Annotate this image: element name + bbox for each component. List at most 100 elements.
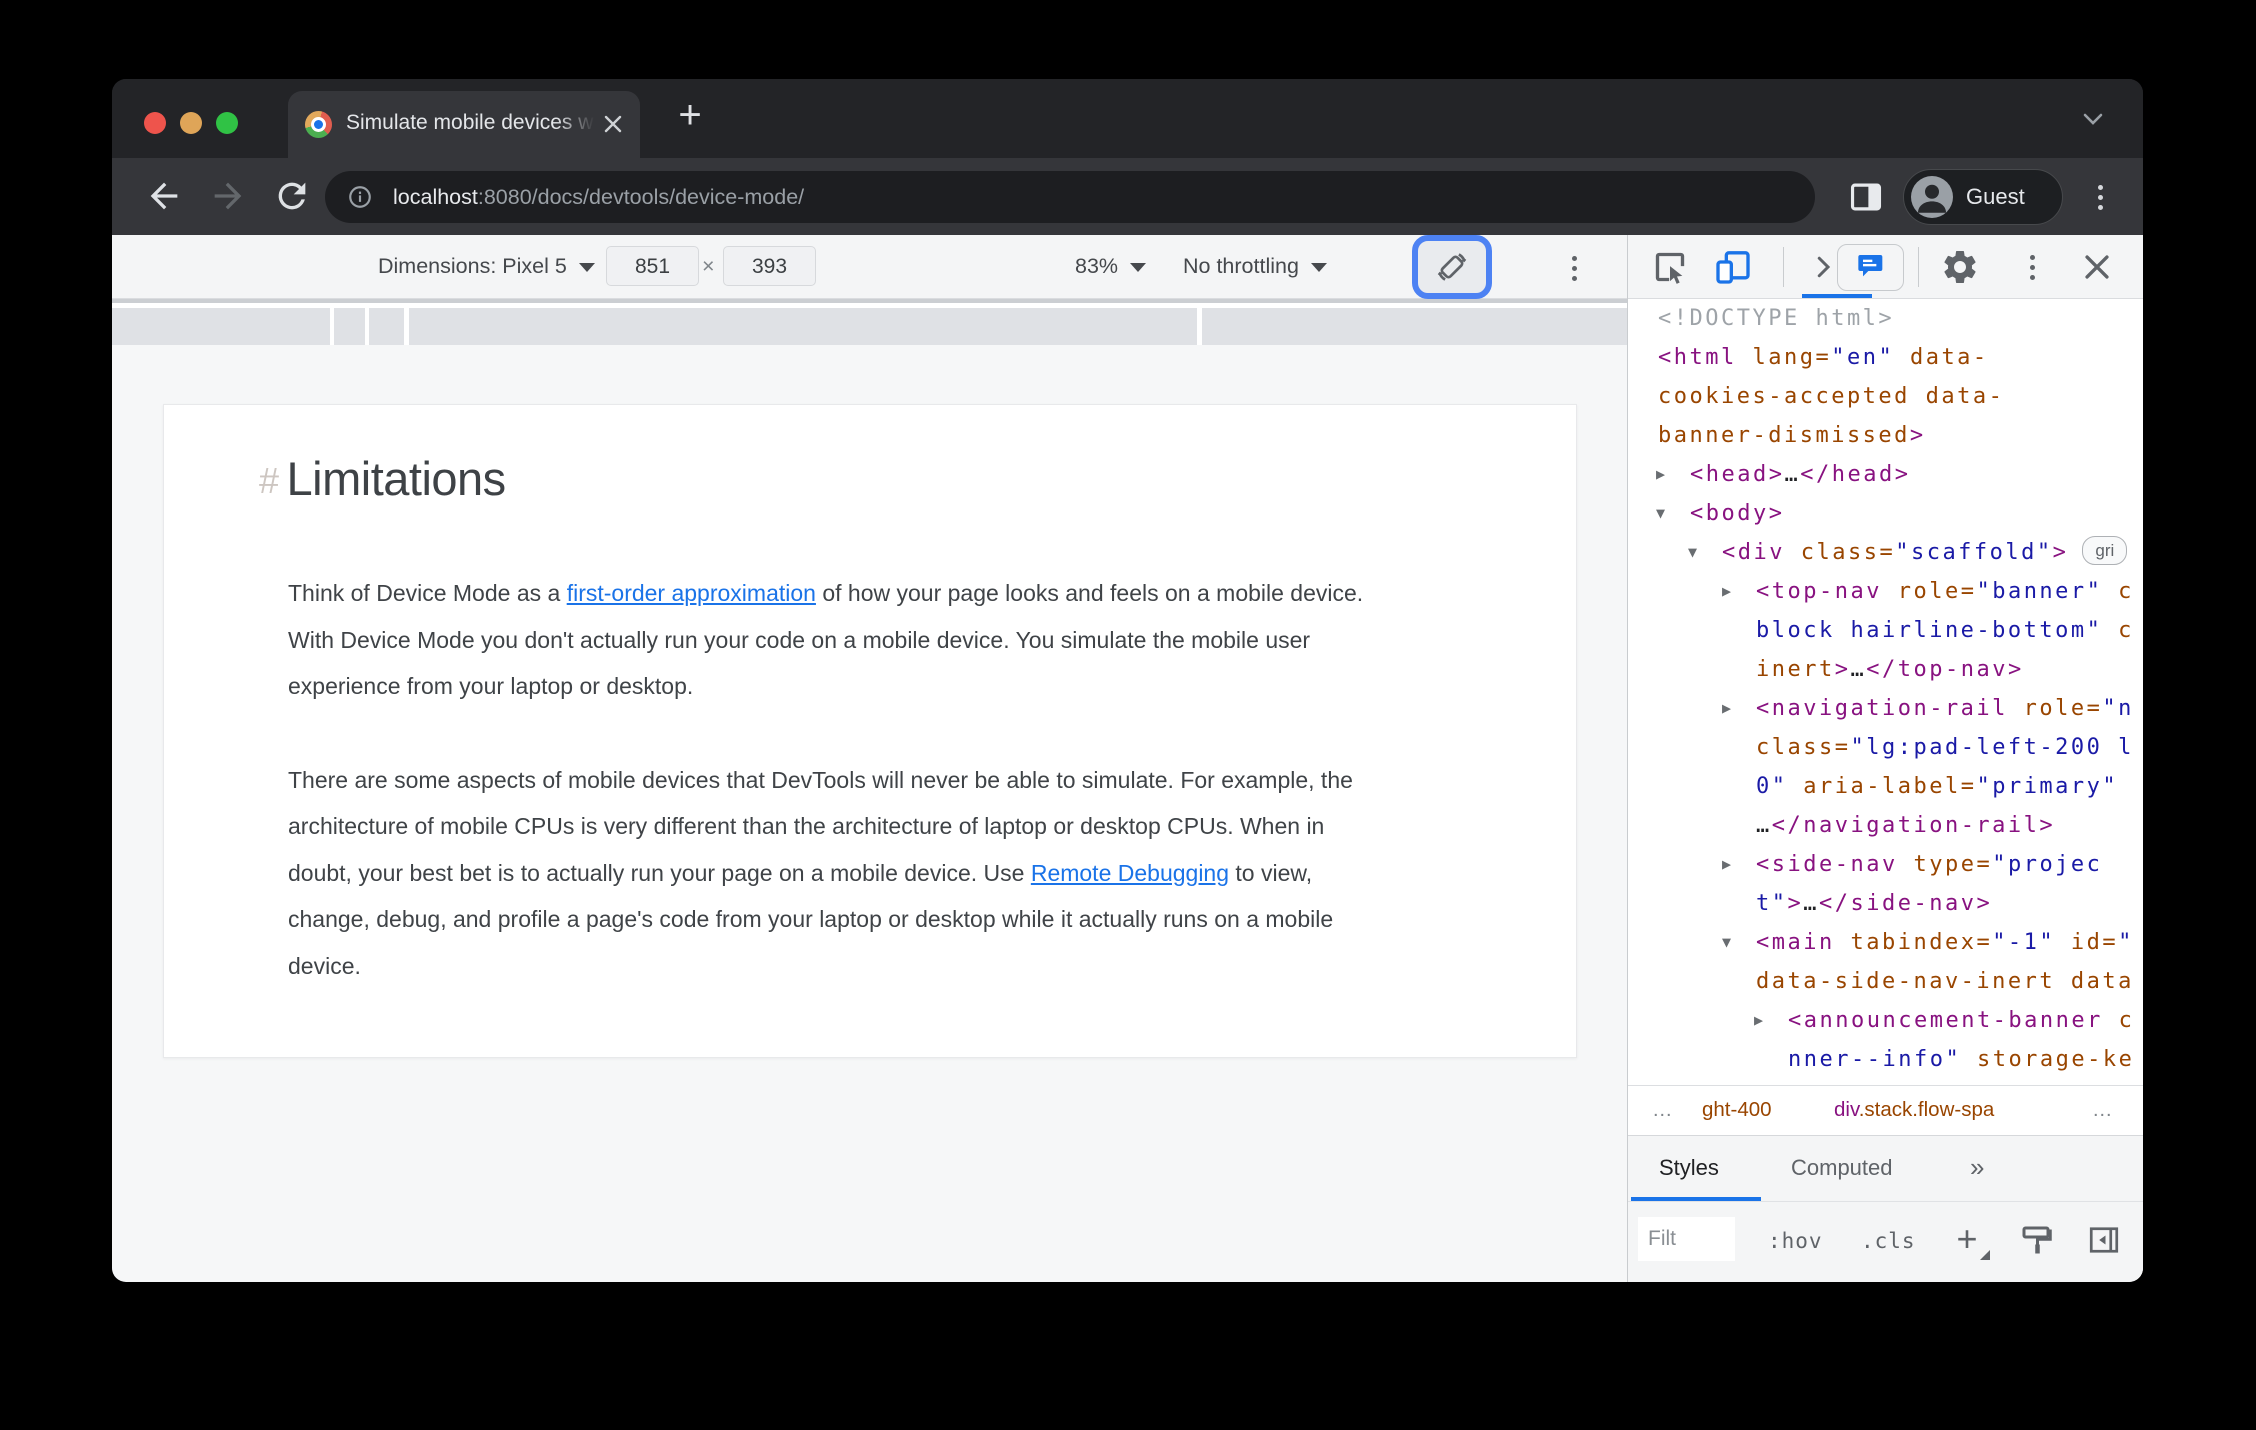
toggle-class-button[interactable]: .cls (1861, 1202, 1916, 1280)
dom-tree-row[interactable]: 0" aria-label="primary" (1628, 767, 2143, 806)
dom-token: > (1834, 657, 1851, 682)
media-query-segment[interactable] (112, 308, 330, 345)
device-dimensions-select[interactable]: Dimensions: Pixel 5 (378, 235, 595, 298)
toggle-device-toolbar-icon[interactable] (1713, 247, 1753, 287)
breadcrumb-item[interactable]: div.stack.flow-spa (1834, 1086, 1994, 1134)
dom-tree-row[interactable]: block hairline-bottom" c (1628, 611, 2143, 650)
expander-open-icon[interactable]: ▼ (1722, 923, 1731, 962)
text-link[interactable]: Remote Debugging (1031, 860, 1229, 886)
tab-close-icon[interactable] (602, 113, 624, 135)
back-icon[interactable] (144, 176, 184, 216)
expander-closed-icon[interactable]: ▶ (1722, 689, 1731, 728)
browser-tab[interactable]: Simulate mobile devices with D (288, 91, 640, 158)
dom-tree-row[interactable]: ▶ <navigation-rail role="n (1628, 689, 2143, 728)
address-bar[interactable]: localhost:8080/docs/devtools/device-mode… (325, 171, 1815, 223)
more-tabs-icon[interactable]: » (1970, 1136, 1984, 1199)
tab-search-chevron-icon[interactable] (2079, 111, 2107, 132)
dom-tree-row[interactable]: data-side-nav-inert data (1628, 962, 2143, 1001)
zoom-window-button[interactable] (216, 112, 238, 134)
dom-tree-row[interactable]: ▼ <main tabindex="-1" id=" (1628, 923, 2143, 962)
dom-token: "n (2102, 696, 2134, 721)
dom-token: data- (1894, 345, 1989, 370)
rotate-button[interactable] (1412, 235, 1492, 299)
url-path: :8080/docs/devtools/device-mode/ (477, 185, 805, 209)
media-query-segment[interactable] (334, 308, 365, 345)
dom-tree-row[interactable]: ▶ <top-nav role="banner" c (1628, 572, 2143, 611)
console-drawer-button[interactable] (1837, 244, 1904, 291)
device-width-input[interactable]: 851 (606, 246, 699, 286)
dom-tree-row[interactable]: ▶ <head>…</head> (1628, 455, 2143, 494)
dom-tree-row[interactable]: <!DOCTYPE html> (1628, 299, 2143, 338)
rendering-emulation-icon[interactable] (2018, 1222, 2054, 1258)
side-panel-icon[interactable] (1847, 178, 1885, 216)
dom-tree-row[interactable]: inert>…</top-nav> (1628, 650, 2143, 689)
inspect-element-icon[interactable] (1650, 247, 1690, 287)
dom-tree: <!DOCTYPE html> <html lang="en" data-cook… (1628, 299, 2143, 1085)
devtools-menu-icon[interactable] (2030, 255, 2035, 280)
tab-title-fade (556, 99, 601, 151)
breadcrumb-item[interactable]: … (1652, 1086, 1675, 1134)
dom-tree-row[interactable]: ▼ <body> (1628, 494, 2143, 533)
dom-token: c (2102, 579, 2134, 604)
new-style-rule-caret (1980, 1250, 1990, 1260)
dom-token: "scaffold" (1895, 540, 2053, 565)
dom-tree-row[interactable]: ▶ <announcement-banner c (1628, 1001, 2143, 1040)
breadcrumb-item[interactable]: … (2092, 1086, 2115, 1134)
forward-icon[interactable] (208, 176, 248, 216)
close-window-button[interactable] (144, 112, 166, 134)
media-query-segment[interactable] (409, 308, 1197, 345)
expander-closed-icon[interactable]: ▶ (1656, 455, 1665, 494)
chevron-down-icon (1130, 262, 1147, 272)
collapse-sidebar-icon[interactable] (2086, 1222, 2122, 1258)
dom-tree-row[interactable]: t">…</side-nav> (1628, 884, 2143, 923)
window-content: Dimensions: Pixel 5 851 × 393 83% No thr… (112, 235, 2143, 1282)
throttling-select[interactable]: No throttling (1183, 235, 1327, 298)
dom-tree-row[interactable]: nner--info" storage-ke (1628, 1040, 2143, 1079)
media-query-bar (112, 299, 1627, 345)
dom-tree-row[interactable]: ▶ <side-nav type="projec (1628, 845, 2143, 884)
minimize-window-button[interactable] (180, 112, 202, 134)
styles-filter-input[interactable] (1638, 1217, 1735, 1261)
media-query-segment[interactable] (369, 308, 404, 345)
new-tab-button[interactable]: + (668, 93, 712, 137)
dom-token: "projec (1992, 852, 2103, 877)
dom-tree-row[interactable]: banner-dismissed> (1628, 416, 2143, 455)
text-link[interactable]: first-order approximation (567, 580, 816, 606)
breadcrumb-item[interactable]: ght-400 (1702, 1086, 1772, 1134)
reload-icon[interactable] (272, 176, 312, 216)
dom-tree-row[interactable]: <html lang="en" data- (1628, 338, 2143, 377)
device-toolbar-menu-icon[interactable] (1572, 256, 1577, 281)
dom-tree-row[interactable]: class="lg:pad-left-200 l (1628, 728, 2143, 767)
grid-badge[interactable]: gri (2082, 536, 2128, 565)
url-host: localhost (393, 185, 478, 209)
gear-icon[interactable] (1940, 247, 1980, 287)
dom-token: > (2052, 540, 2069, 565)
heading-anchor-hash[interactable]: # (259, 460, 279, 501)
dimensions-times-label: × (702, 254, 715, 278)
expander-open-icon[interactable]: ▼ (1688, 533, 1697, 572)
dom-token: role= (2007, 696, 2103, 721)
zoom-select[interactable]: 83% (1075, 235, 1147, 298)
expander-closed-icon[interactable]: ▶ (1722, 845, 1731, 884)
device-height-input[interactable]: 393 (723, 246, 816, 286)
site-info-icon[interactable] (347, 184, 373, 215)
expander-closed-icon[interactable]: ▶ (1754, 1001, 1763, 1040)
dom-token: … (1803, 891, 1819, 916)
dom-token: class= (1756, 735, 1851, 760)
dom-tree-row[interactable]: ▼ <div class="scaffold"> gri (1628, 533, 2143, 572)
expander-open-icon[interactable]: ▼ (1656, 494, 1665, 533)
dom-token: <main (1756, 930, 1835, 955)
dom-token: class= (1784, 540, 1896, 565)
browser-menu-icon[interactable] (2098, 185, 2103, 210)
media-query-segment[interactable] (1202, 308, 1627, 345)
profile-button[interactable]: Guest (1903, 169, 2063, 225)
dom-token: 0" (1756, 774, 1788, 799)
close-devtools-icon[interactable] (2080, 250, 2120, 290)
tab-computed[interactable]: Computed (1791, 1136, 1893, 1199)
dom-tree-row[interactable]: cookies-accepted data- (1628, 377, 2143, 416)
toggle-hover-button[interactable]: :hov (1768, 1202, 1823, 1280)
expander-closed-icon[interactable]: ▶ (1722, 572, 1731, 611)
dom-tree-row[interactable]: …</navigation-rail> (1628, 806, 2143, 845)
tab-styles[interactable]: Styles (1659, 1136, 1719, 1199)
dom-token: > (1909, 423, 1926, 448)
